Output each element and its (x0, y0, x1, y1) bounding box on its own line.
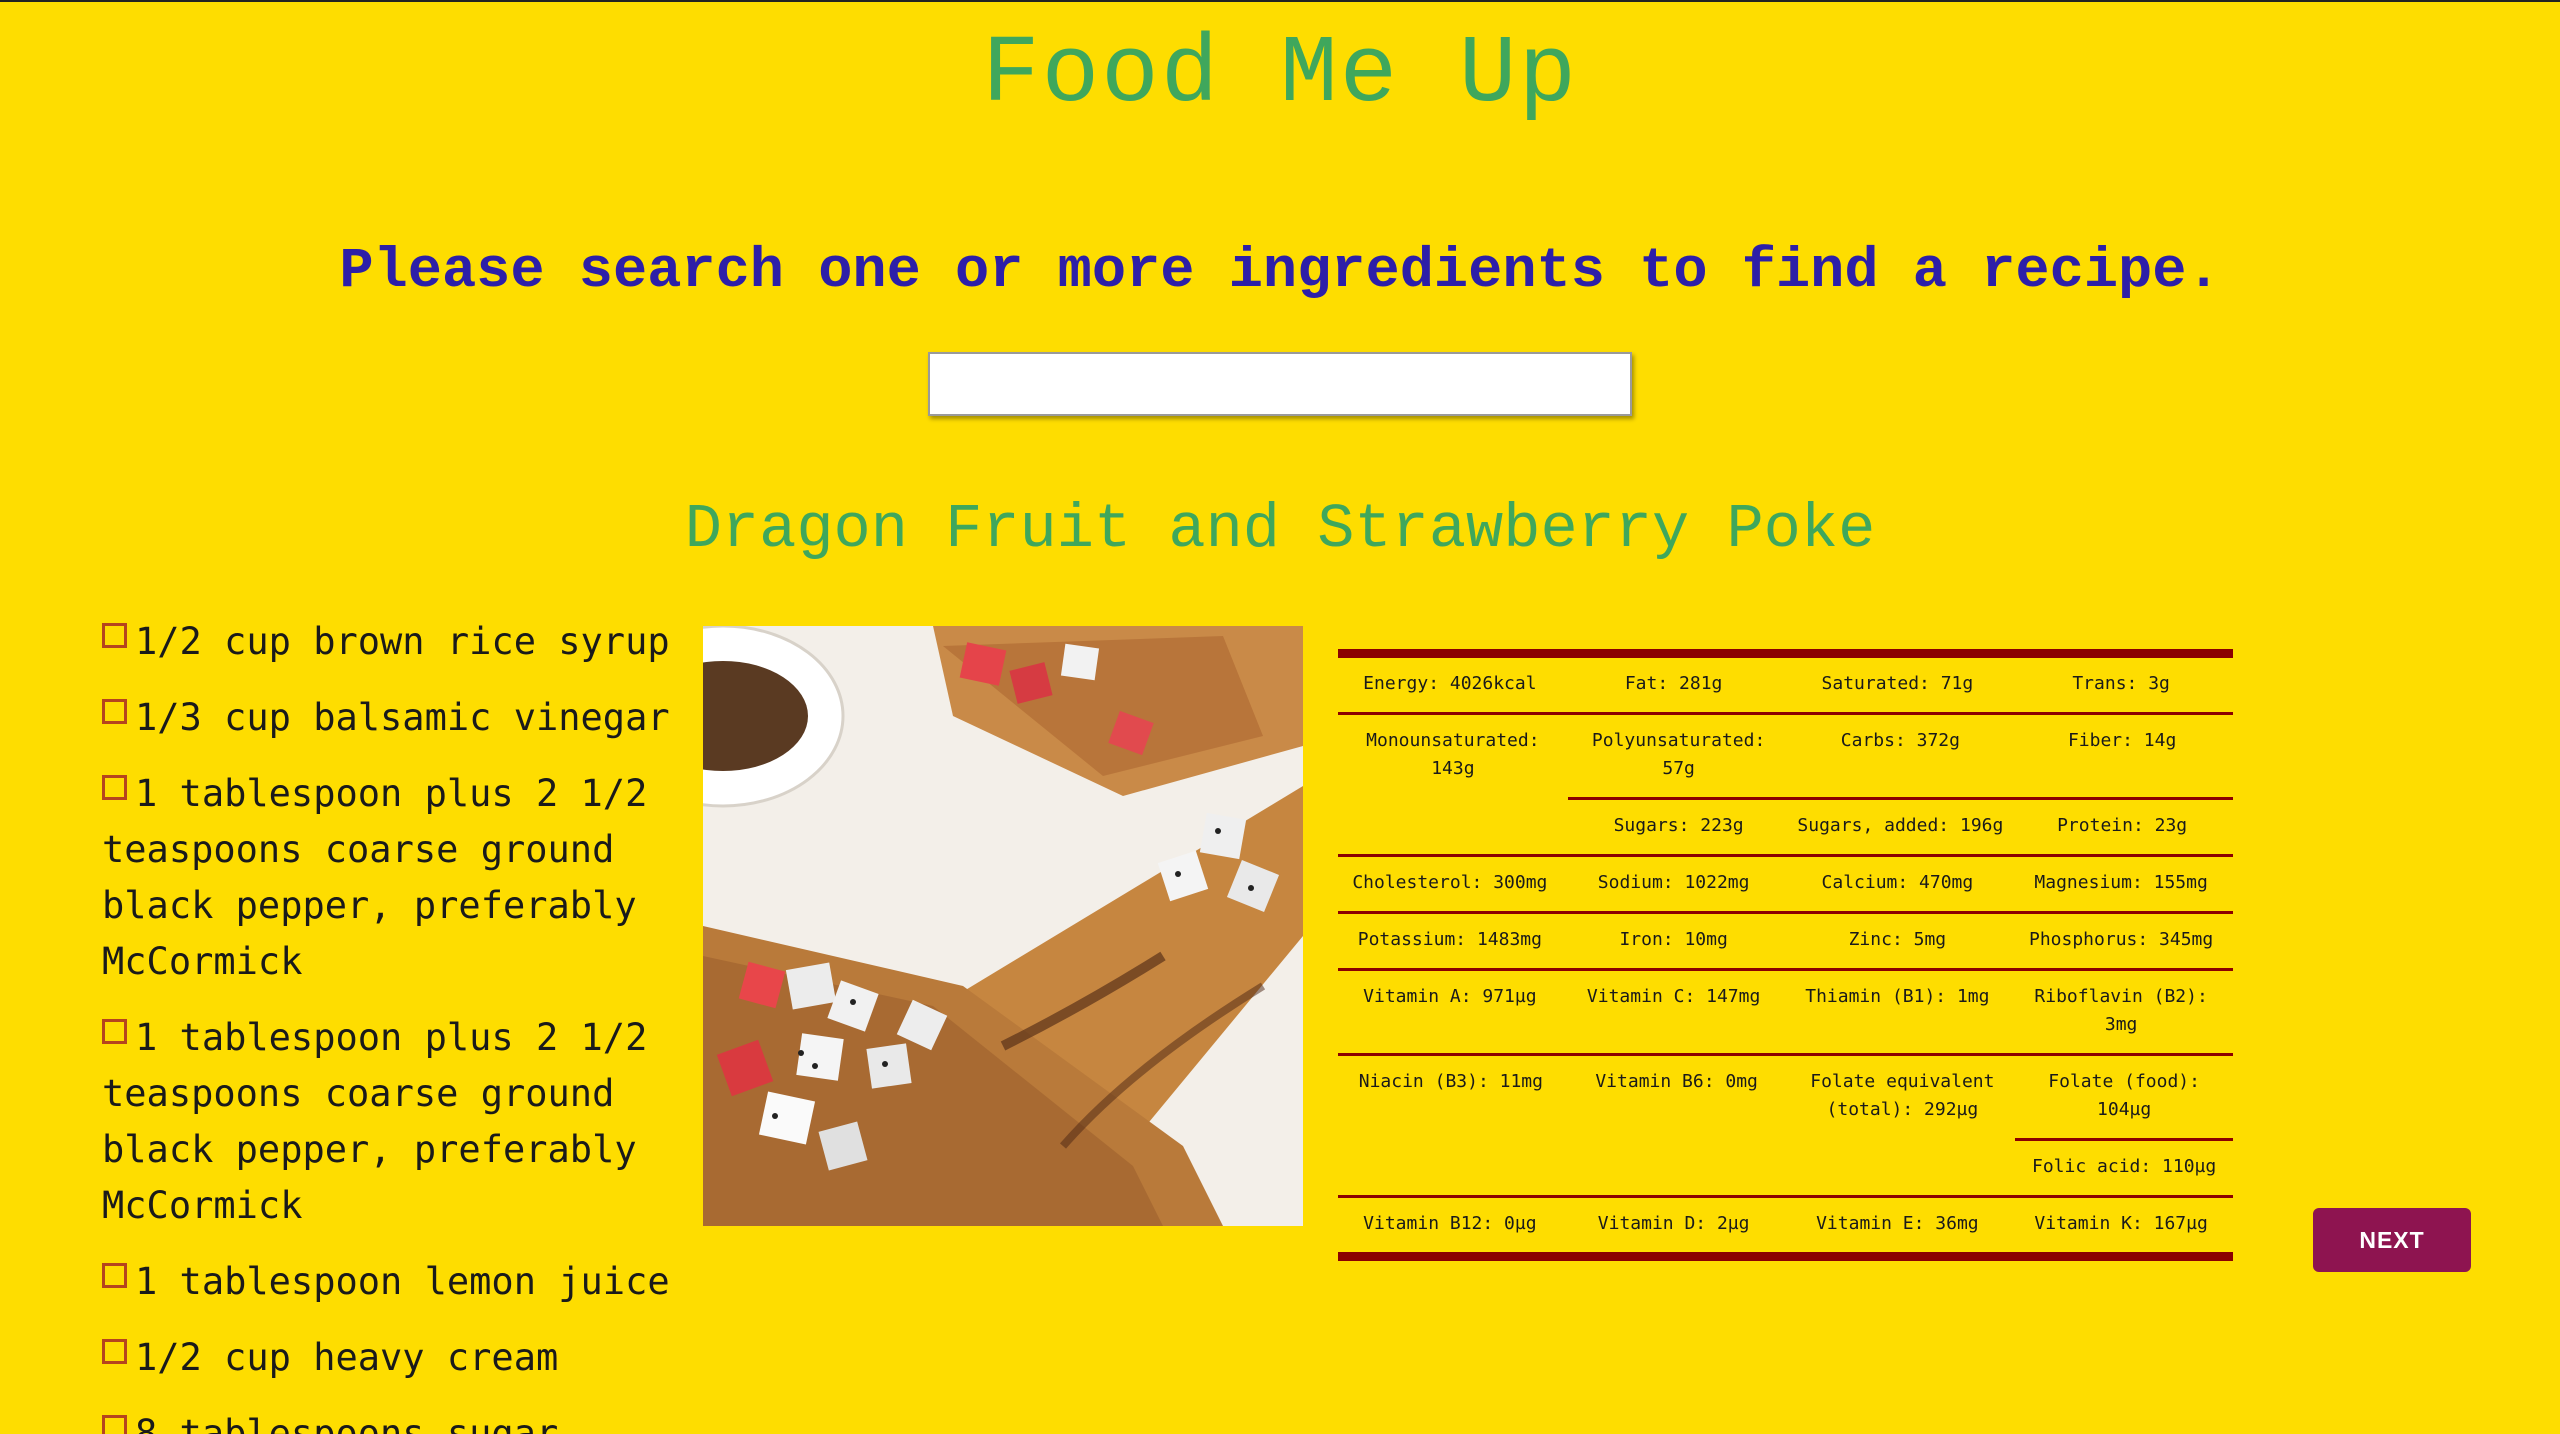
ingredient-label: 8 tablespoons sugar (135, 1412, 559, 1434)
nutrient-saturated: Saturated: 71g (1821, 673, 1974, 694)
nutrition-row: Vitamin A: 971µg Vitamin C: 147mg Thiami… (1338, 971, 2233, 1056)
ingredient-checkbox[interactable] (102, 699, 127, 724)
nutrition-row: Energy: 4026kcal Fat: 281g Saturated: 71… (1338, 658, 2233, 715)
ingredient-list: 1/2 cup brown rice syrup 1/3 cup balsami… (102, 614, 672, 1434)
nutrition-row: Monounsaturated: 143g Polyunsaturated: 5… (1338, 715, 2233, 857)
nutrient-fat: Fat: 281g (1624, 673, 1723, 694)
nutrient-cholesterol: Cholesterol: 300mg (1352, 872, 1548, 893)
nutrient-sugars-added: Sugars, added: 196g (1797, 815, 2004, 836)
nutrient-folate-food: Folate (food): 104µg (2048, 1071, 2200, 1120)
list-item: 1/2 cup heavy cream (102, 1330, 672, 1386)
nutrition-row: Cholesterol: 300mg Sodium: 1022mg Calciu… (1338, 857, 2233, 914)
nutrition-row: Niacin (B3): 11mg Vitamin B6: 0mg Folate… (1338, 1056, 2233, 1198)
nutrient-carbs: Carbs: 372g (1840, 730, 1960, 751)
list-item: 1 tablespoon plus 2 1/2 teaspoons coarse… (102, 766, 672, 990)
nutrient-folate-total: Folate equivalent (total): 292µg (1810, 1071, 1995, 1120)
nutrition-subrow: Sugars: 223g Sugars, added: 196g Protein… (1567, 797, 2233, 854)
nutrient-vitamin-e: Vitamin E: 36mg (1816, 1213, 1979, 1234)
nutrient-calcium: Calcium: 470mg (1821, 872, 1974, 893)
nutrient-fiber: Fiber: 14g (2067, 730, 2177, 751)
recipe-photo-illustration (703, 626, 1303, 1226)
list-item: 8 tablespoons sugar (102, 1406, 672, 1434)
ingredient-checkbox[interactable] (102, 623, 127, 648)
nutrient-potassium: Potassium: 1483mg (1357, 929, 1542, 950)
nutrition-subrow: Polyunsaturated: 57g Carbs: 372g Fiber: … (1568, 715, 2233, 797)
nutrient-protein: Protein: 23g (2057, 815, 2188, 836)
search-prompt: Please search one or more ingredients to… (339, 240, 2221, 304)
list-item: 1/3 cup balsamic vinegar (102, 690, 672, 746)
nutrient-monounsaturated: Monounsaturated: 143g (1366, 730, 1540, 779)
nutrient-folic-acid: Folic acid: 110µg (2015, 1138, 2233, 1195)
next-button[interactable]: NEXT (2313, 1208, 2471, 1272)
nutrition-subgroup: Folate (food): 104µg Folic acid: 110µg (2015, 1056, 2233, 1195)
nutrition-table: Energy: 4026kcal Fat: 281g Saturated: 71… (1338, 649, 2233, 1261)
nutrient-vitamin-b6: Vitamin B6: 0mg (1595, 1071, 1758, 1092)
nutrient-energy: Energy: 4026kcal (1363, 673, 1537, 694)
nutrient-sodium: Sodium: 1022mg (1597, 872, 1750, 893)
nutrient-vitamin-b12: Vitamin B12: 0µg (1363, 1213, 1537, 1234)
nutrient-polyunsaturated: Polyunsaturated: 57g (1591, 730, 1766, 779)
nutrient-vitamin-a: Vitamin A: 971µg (1363, 986, 1537, 1007)
nutrient-phosphorus: Phosphorus: 345mg (2029, 929, 2214, 950)
ingredient-checkbox[interactable] (102, 775, 127, 800)
ingredient-checkbox[interactable] (102, 1339, 127, 1364)
ingredient-label: 1 tablespoon lemon juice (135, 1260, 670, 1303)
ingredient-label: 1/3 cup balsamic vinegar (135, 696, 670, 739)
nutrient-trans: Trans: 3g (2072, 673, 2170, 694)
nutrient-riboflavin: Riboflavin (B2): 3mg (2034, 986, 2208, 1035)
nutrition-subgroup: Polyunsaturated: 57g Carbs: 372g Fiber: … (1567, 715, 2233, 854)
nutrition-row: Potassium: 1483mg Iron: 10mg Zinc: 5mg P… (1338, 914, 2233, 971)
ingredient-label: 1/2 cup brown rice syrup (135, 620, 670, 663)
list-item: 1 tablespoon plus 2 1/2 teaspoons coarse… (102, 1010, 672, 1234)
nutrient-vitamin-k: Vitamin K: 167µg (2034, 1213, 2208, 1234)
nutrient-vitamin-d: Vitamin D: 2µg (1597, 1213, 1750, 1234)
ingredient-checkbox[interactable] (102, 1019, 127, 1044)
list-item: 1/2 cup brown rice syrup (102, 614, 672, 670)
nutrient-vitamin-c: Vitamin C: 147mg (1586, 986, 1761, 1007)
nutrient-zinc: Zinc: 5mg (1848, 929, 1947, 950)
nutrient-sugars: Sugars: 223g (1613, 815, 1744, 836)
ingredient-label: 1 tablespoon plus 2 1/2 teaspoons coarse… (102, 1016, 648, 1227)
ingredient-label: 1 tablespoon plus 2 1/2 teaspoons coarse… (102, 772, 648, 983)
ingredient-checkbox[interactable] (102, 1415, 127, 1434)
nutrient-thiamin: Thiamin (B1): 1mg (1805, 986, 1990, 1007)
nutrient-niacin: Niacin (B3): 11mg (1358, 1071, 1543, 1092)
app-title: Food Me Up (981, 20, 1579, 129)
recipe-title: Dragon Fruit and Strawberry Poke (684, 494, 1876, 565)
search-input[interactable] (928, 352, 1632, 416)
ingredient-label: 1/2 cup heavy cream (135, 1336, 559, 1379)
nutrition-row: Vitamin B12: 0µg Vitamin D: 2µg Vitamin … (1338, 1198, 2233, 1252)
nutrient-magnesium: Magnesium: 155mg (2034, 872, 2208, 893)
ingredient-checkbox[interactable] (102, 1263, 127, 1288)
nutrient-iron: Iron: 10mg (1619, 929, 1728, 950)
list-item: 1 tablespoon lemon juice (102, 1254, 672, 1310)
recipe-image (703, 626, 1303, 1226)
